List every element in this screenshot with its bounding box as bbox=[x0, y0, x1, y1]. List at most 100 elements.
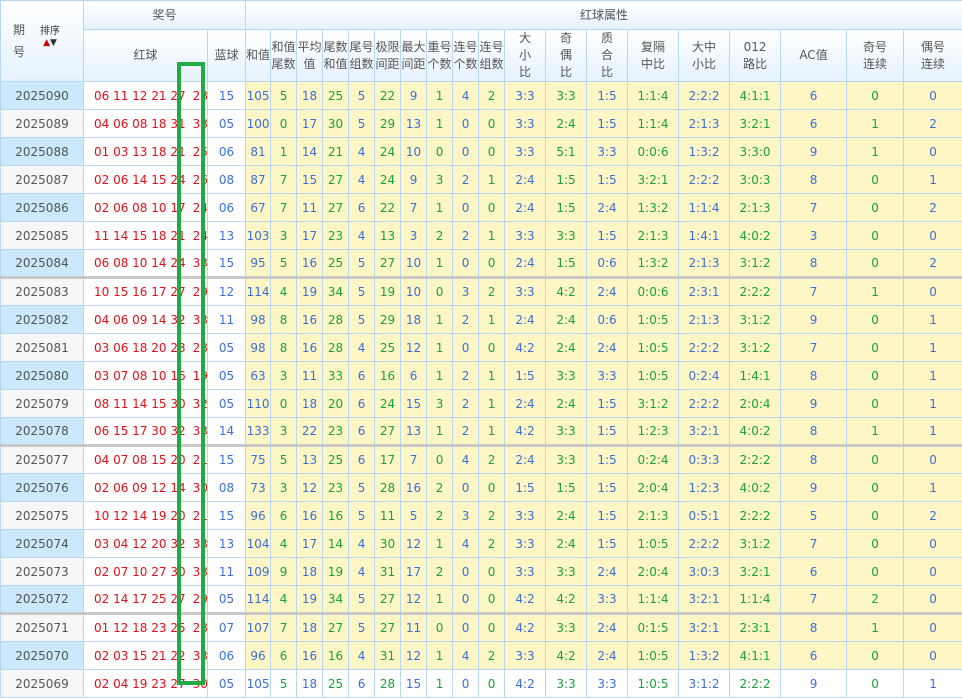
issue-number: 2025089 bbox=[1, 110, 84, 138]
stat-cell: 87 bbox=[246, 166, 271, 194]
stat-cell: 22 bbox=[375, 194, 401, 222]
stat-cell: 4 bbox=[349, 138, 375, 166]
stat-cell: 7 bbox=[781, 530, 847, 558]
stat-cell: 1:5 bbox=[587, 446, 628, 474]
stat-cell: 3:1:2 bbox=[628, 390, 679, 418]
stat-cell: 1 bbox=[904, 362, 962, 390]
stat-cell: 25 bbox=[375, 334, 401, 362]
stat-cell: 31 bbox=[375, 558, 401, 586]
red-ball-last: 33 bbox=[193, 537, 208, 551]
stat-cell: 11 bbox=[297, 194, 323, 222]
stat-cell: 6 bbox=[349, 194, 375, 222]
header-col: 尾号组数 bbox=[349, 30, 375, 82]
table-row: 202508003 07 08 10 161905633113361661211… bbox=[1, 362, 962, 390]
header-col: 平均值 bbox=[297, 30, 323, 82]
issue-number: 2025080 bbox=[1, 362, 84, 390]
stat-cell: 17 bbox=[375, 446, 401, 474]
stat-cell: 10 bbox=[401, 250, 427, 278]
stat-cell: 5 bbox=[349, 474, 375, 502]
blue-ball: 15 bbox=[208, 82, 246, 110]
stat-cell: 0 bbox=[427, 446, 453, 474]
stat-cell: 1 bbox=[847, 418, 904, 446]
header-col: 奇号连续 bbox=[847, 30, 904, 82]
stat-cell: 0 bbox=[904, 586, 962, 614]
red-balls: 06 11 12 21 2728 bbox=[84, 82, 208, 110]
stat-cell: 1:4:1 bbox=[730, 362, 781, 390]
stat-cell: 2:4 bbox=[587, 194, 628, 222]
stat-cell: 10 bbox=[401, 278, 427, 306]
stat-cell: 2:2:2 bbox=[730, 278, 781, 306]
stat-cell: 0 bbox=[904, 82, 962, 110]
stat-cell: 3:3 bbox=[546, 82, 587, 110]
blue-ball: 06 bbox=[208, 138, 246, 166]
stat-cell: 2:1:3 bbox=[628, 222, 679, 250]
stat-cell: 5 bbox=[349, 586, 375, 614]
blue-ball: 14 bbox=[208, 418, 246, 446]
stat-cell: 6 bbox=[781, 558, 847, 586]
stat-cell: 2:4 bbox=[587, 642, 628, 670]
stat-cell: 1 bbox=[479, 222, 505, 250]
stat-cell: 0 bbox=[479, 194, 505, 222]
stat-cell: 4 bbox=[453, 642, 479, 670]
blue-ball: 05 bbox=[208, 362, 246, 390]
stat-cell: 1:5 bbox=[587, 502, 628, 530]
stat-cell: 0:0:6 bbox=[628, 138, 679, 166]
issue-number: 2025086 bbox=[1, 194, 84, 222]
stat-cell: 96 bbox=[246, 642, 271, 670]
stat-cell: 4:2 bbox=[505, 670, 546, 698]
stat-cell: 2:1:3 bbox=[628, 502, 679, 530]
stat-cell: 0 bbox=[904, 446, 962, 474]
stat-cell: 18 bbox=[297, 670, 323, 698]
stat-cell: 0:0:6 bbox=[628, 278, 679, 306]
stat-cell: 4 bbox=[271, 530, 297, 558]
header-col: 大中小比 bbox=[679, 30, 730, 82]
stat-cell: 1:0:5 bbox=[628, 362, 679, 390]
stat-cell: 22 bbox=[297, 418, 323, 446]
stat-cell: 2:4 bbox=[587, 614, 628, 642]
red-balls-main: 04 06 09 14 32 bbox=[94, 313, 186, 327]
issue-number: 2025090 bbox=[1, 82, 84, 110]
stat-cell: 1 bbox=[847, 278, 904, 306]
table-row: 202508511 14 15 18 212413103317234133221… bbox=[1, 222, 962, 250]
red-balls-main: 03 07 08 10 16 bbox=[94, 369, 186, 383]
stat-cell: 8 bbox=[781, 446, 847, 474]
stat-cell: 2 bbox=[479, 446, 505, 474]
stat-cell: 1:3:2 bbox=[679, 642, 730, 670]
stat-cell: 0 bbox=[479, 138, 505, 166]
stat-cell: 7 bbox=[271, 614, 297, 642]
stat-cell: 4:1:1 bbox=[730, 82, 781, 110]
stat-cell: 12 bbox=[401, 530, 427, 558]
stat-cell: 73 bbox=[246, 474, 271, 502]
issue-number: 2025082 bbox=[1, 306, 84, 334]
stat-cell: 0 bbox=[847, 250, 904, 278]
stat-cell: 0 bbox=[847, 82, 904, 110]
red-balls: 04 06 09 14 3233 bbox=[84, 306, 208, 334]
table-row: 202509006 11 12 21 272815105518255229142… bbox=[1, 82, 962, 110]
stat-cell: 1:0:5 bbox=[628, 530, 679, 558]
stat-cell: 105 bbox=[246, 670, 271, 698]
stat-cell: 1 bbox=[904, 306, 962, 334]
stat-cell: 1:3:2 bbox=[628, 250, 679, 278]
stat-cell: 133 bbox=[246, 418, 271, 446]
red-balls-main: 02 14 17 25 27 bbox=[94, 592, 186, 606]
stat-cell: 3 bbox=[271, 474, 297, 502]
stat-cell: 107 bbox=[246, 614, 271, 642]
stat-cell: 17 bbox=[297, 222, 323, 250]
stat-cell: 75 bbox=[246, 446, 271, 474]
red-balls-main: 02 07 10 27 30 bbox=[94, 565, 186, 579]
stat-cell: 31 bbox=[375, 642, 401, 670]
stat-cell: 1 bbox=[904, 390, 962, 418]
blue-ball: 13 bbox=[208, 530, 246, 558]
stat-cell: 7 bbox=[271, 166, 297, 194]
stat-cell: 9 bbox=[271, 558, 297, 586]
stat-cell: 2 bbox=[453, 418, 479, 446]
sort-control[interactable]: 排序 ▲▼ bbox=[40, 26, 60, 49]
sort-desc-icon[interactable]: ▼ bbox=[50, 38, 57, 48]
header-col: 大小比 bbox=[505, 30, 546, 82]
sort-asc-icon[interactable]: ▲ bbox=[43, 38, 50, 48]
stat-cell: 5 bbox=[271, 250, 297, 278]
stat-cell: 3:1:2 bbox=[730, 250, 781, 278]
stat-cell: 1:5 bbox=[587, 82, 628, 110]
stat-cell: 3:3 bbox=[546, 362, 587, 390]
stat-cell: 3:1:2 bbox=[730, 530, 781, 558]
